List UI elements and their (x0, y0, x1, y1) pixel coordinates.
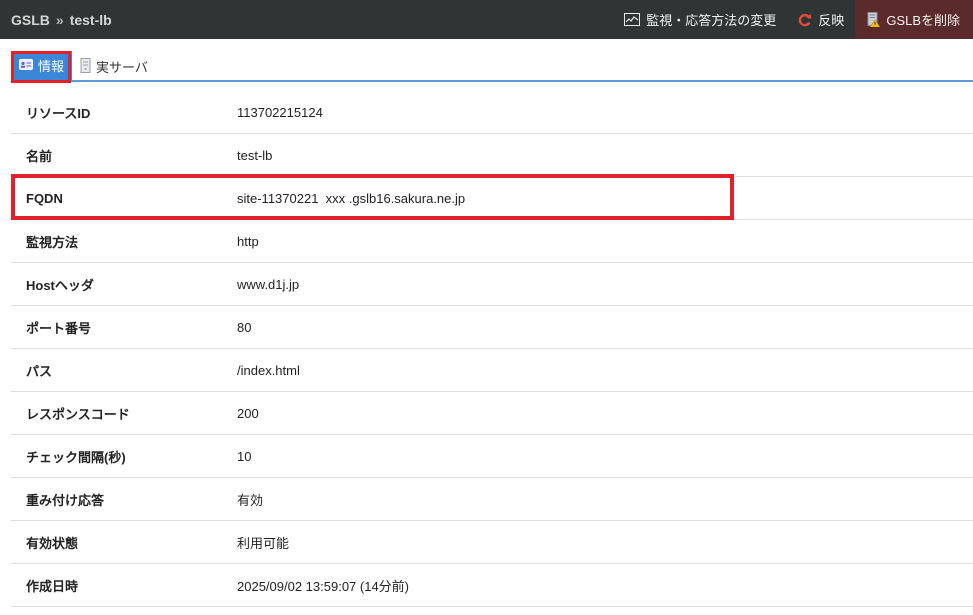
name-label: 名前 (26, 148, 53, 164)
info-row-host-header: Hostヘッダ www.d1j.jp (11, 263, 973, 306)
info-row-response-code: レスポンスコード 200 (11, 392, 973, 435)
change-monitor-button[interactable]: 監視・応答方法の変更 (613, 0, 787, 39)
header-actions: 監視・応答方法の変更 反映 GSLBを削除 (613, 0, 973, 39)
weighted-label: 重み付け応答 (26, 492, 105, 508)
info-table: リソースID 113702215124 名前 test-lb FQDN site… (11, 92, 973, 607)
info-row-name: 名前 test-lb (11, 134, 973, 177)
breadcrumb-root[interactable]: GSLB (11, 12, 50, 28)
name-value: test-lb (237, 147, 273, 163)
fqdn-highlight-box (11, 174, 734, 220)
status-value: 利用可能 (237, 535, 290, 551)
weighted-value: 有効 (237, 492, 264, 508)
tab-highlight-box (11, 51, 71, 83)
monitor-method-label: 監視方法 (26, 234, 79, 250)
refresh-icon (798, 13, 812, 27)
info-row-resource-id: リソースID 113702215124 (11, 92, 973, 134)
info-row-created: 作成日時 2025/09/02 13:59:07 (14分前) (11, 564, 973, 607)
breadcrumb-current: test-lb (69, 11, 112, 28)
path-value: /index.html (237, 362, 300, 378)
delete-gslb-button[interactable]: GSLBを削除 (855, 0, 973, 39)
info-row-weighted: 重み付け応答 有効 (11, 478, 973, 521)
port-value: 80 (237, 319, 252, 335)
change-monitor-label: 監視・応答方法の変更 (646, 13, 777, 28)
info-row-port: ポート番号 80 (11, 306, 973, 349)
info-row-path: パス /index.html (11, 349, 973, 392)
check-interval-label: チェック間隔(秒) (26, 449, 126, 465)
server-icon (80, 57, 91, 76)
delete-warning-icon (867, 12, 881, 27)
breadcrumb-separator: » (55, 11, 64, 28)
port-label: ポート番号 (26, 320, 92, 336)
apply-label: 反映 (818, 13, 845, 28)
created-label: 作成日時 (26, 578, 79, 594)
top-bar: GSLB » test-lb 監視・応答方法の変更 反映 GSLBを削除 (0, 0, 973, 39)
host-header-value: www.d1j.jp (237, 276, 300, 292)
info-row-check-interval: チェック間隔(秒) 10 (11, 435, 973, 478)
host-header-label: Hostヘッダ (26, 277, 94, 293)
resource-id-value: 113702215124 (237, 105, 323, 120)
apply-button[interactable]: 反映 (787, 0, 855, 39)
created-value: 2025/09/02 13:59:07 (14分前) (237, 578, 410, 594)
monitor-chart-icon (624, 13, 641, 26)
tab-real-servers-label: 実サーバ (96, 60, 148, 75)
info-row-status: 有効状態 利用可能 (11, 521, 973, 564)
info-row-monitor-method: 監視方法 http (11, 220, 973, 263)
status-label: 有効状態 (26, 535, 79, 551)
resource-id-label: リソースID (26, 106, 91, 121)
response-code-label: レスポンスコード (26, 406, 130, 422)
monitor-method-value: http (237, 233, 259, 249)
response-code-value: 200 (237, 405, 259, 421)
tab-bar: 情報 実サーバ (11, 51, 973, 82)
delete-gslb-label: GSLBを削除 (886, 13, 960, 28)
path-label: パス (26, 363, 53, 379)
check-interval-value: 10 (237, 448, 252, 464)
breadcrumb: GSLB » test-lb (0, 12, 112, 28)
tab-real-servers[interactable]: 実サーバ (74, 53, 156, 80)
